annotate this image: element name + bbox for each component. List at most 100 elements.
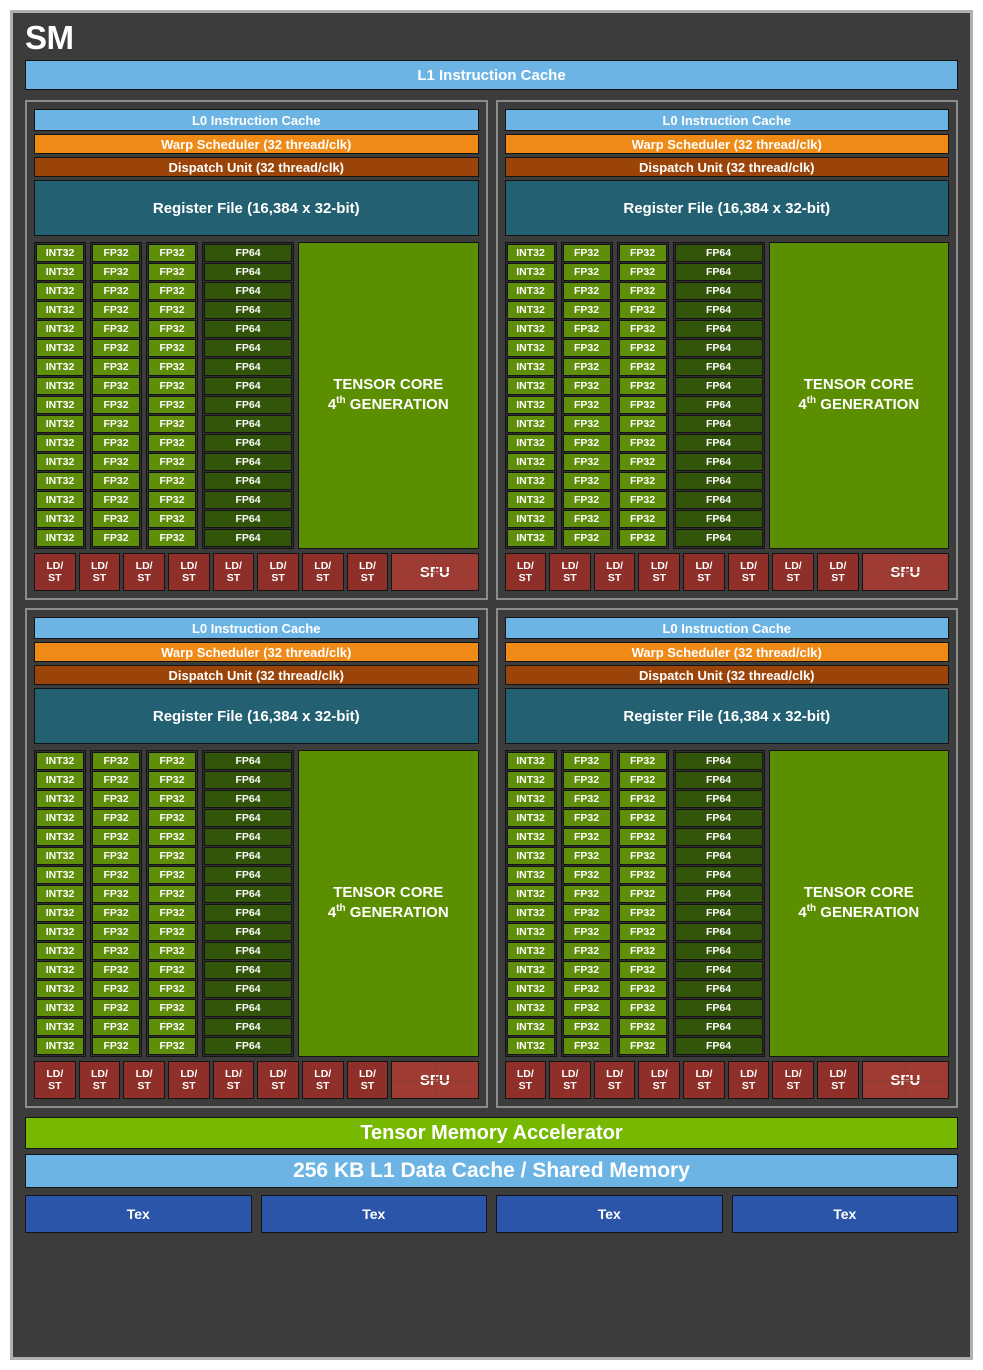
ld-st-label-top: LD/ xyxy=(269,1067,287,1080)
core-unit-fp64: FP64 xyxy=(204,377,292,395)
core-unit-fp32: FP32 xyxy=(562,339,611,357)
ld-st-unit: LD/ST xyxy=(346,553,389,591)
core-unit-fp64: FP64 xyxy=(204,244,292,262)
core-unit-fp32: FP32 xyxy=(562,847,611,865)
ld-st-label-bottom: ST xyxy=(92,1080,107,1092)
core-unit-fp32: FP32 xyxy=(148,472,196,490)
sfu-label: SFU xyxy=(419,1071,450,1089)
core-unit-fp32: FP32 xyxy=(562,263,611,281)
core-unit-fp32: FP32 xyxy=(92,885,140,903)
core-unit-fp32: FP32 xyxy=(562,1037,611,1055)
core-unit-int32: INT32 xyxy=(36,301,84,319)
ld-st-label-bottom: ST xyxy=(271,572,285,584)
core-unit-int32: INT32 xyxy=(506,282,555,300)
core-unit-fp32: FP32 xyxy=(562,415,611,433)
core-unit-int32: INT32 xyxy=(36,415,84,433)
core-unit-fp64: FP64 xyxy=(674,961,763,979)
ld-st-unit: LD/ST xyxy=(727,1061,770,1099)
ld-st-unit: LD/ST xyxy=(727,553,770,591)
ld-st-label-bottom: ST xyxy=(697,572,711,584)
tensor-memory-accelerator-block: Tensor Memory Accelerator xyxy=(25,1117,958,1149)
core-unit-fp32: FP32 xyxy=(618,510,667,528)
core-unit-int32: INT32 xyxy=(506,453,555,471)
core-unit-fp32: FP32 xyxy=(92,752,140,770)
ld-st-label-bottom: ST xyxy=(226,1080,241,1092)
core-unit-int32: INT32 xyxy=(506,529,555,547)
core-unit-fp32: FP32 xyxy=(618,752,667,770)
core-column-fp32-3: FP32 FP32 FP32 FP32 FP32 FP32 FP32 FP32 FP32 FP32… xyxy=(146,750,198,1057)
dispatch-unit-block: Dispatch Unit (32 thread/clk) xyxy=(504,665,949,685)
ld-st-label-top: LD/ xyxy=(358,559,376,572)
core-unit-int32: INT32 xyxy=(36,263,84,281)
core-unit-int32: INT32 xyxy=(506,415,555,433)
core-unit-fp64: FP64 xyxy=(204,301,292,319)
core-unit-fp32: FP32 xyxy=(148,434,196,452)
ld-st-label-top: LD/ xyxy=(829,559,847,572)
ld-st-label-bottom: ST xyxy=(741,572,756,584)
ld-st-unit: LD/ST xyxy=(257,1061,299,1099)
ldst-sfu-row: LD/ST LD/ST LD/ST LD/ST LD/ST LD/ST LD/ST LD/ST… xyxy=(34,1061,479,1099)
core-unit-fp32: FP32 xyxy=(562,282,611,300)
core-unit-fp32: FP32 xyxy=(92,1018,140,1036)
core-unit-fp32: FP32 xyxy=(148,809,196,827)
warp-scheduler-block: Warp Scheduler (32 thread/clk) xyxy=(34,134,479,154)
core-unit-fp32: FP32 xyxy=(92,866,140,884)
ld-st-unit: LD/ST xyxy=(593,553,636,591)
core-unit-fp64: FP64 xyxy=(674,244,763,262)
core-unit-fp32: FP32 xyxy=(562,923,611,941)
ld-st-label-top: LD/ xyxy=(740,1067,758,1080)
tex-unit-row: Tex Tex Tex Tex xyxy=(25,1195,958,1233)
core-unit-fp64: FP64 xyxy=(674,282,763,300)
ld-st-unit: LD/ST xyxy=(167,1061,210,1099)
core-unit-fp64: FP64 xyxy=(674,1037,763,1055)
core-unit-int32: INT32 xyxy=(36,961,84,979)
core-unit-fp32: FP32 xyxy=(92,942,140,960)
core-unit-fp32: FP32 xyxy=(618,282,667,300)
core-unit-fp32: FP32 xyxy=(618,980,667,998)
core-unit-int32: INT32 xyxy=(36,358,84,376)
tensor-core-text: TENSOR CORE 4th GENERATION xyxy=(798,376,919,415)
ld-st-label-top: LD/ xyxy=(91,559,108,572)
core-unit-fp32: FP32 xyxy=(562,434,611,452)
core-unit-fp32: FP32 xyxy=(562,885,611,903)
core-array: INT32 INT32 INT32 INT32 INT32 INT32 INT32 INT32… xyxy=(504,750,949,1057)
core-unit-int32: INT32 xyxy=(506,301,555,319)
tensor-core-generation-label: GENERATION xyxy=(816,904,920,921)
core-unit-int32: INT32 xyxy=(36,790,84,808)
core-unit-int32: INT32 xyxy=(36,885,84,903)
tensor-core-line-1: TENSOR CORE xyxy=(333,376,444,394)
tex-unit-2: Tex xyxy=(260,1195,487,1233)
ld-st-unit: LD/ST xyxy=(301,553,344,591)
core-unit-fp64: FP64 xyxy=(204,415,292,433)
core-column-fp64-4: FP64 FP64 FP64 FP64 FP64 FP64 FP64 FP64 FP64 FP64… xyxy=(202,242,294,549)
tensor-core-generation-label: GENERATION xyxy=(816,396,920,413)
core-unit-fp32: FP32 xyxy=(92,263,140,281)
core-unit-int32: INT32 xyxy=(506,752,555,770)
ld-st-label-top: LD/ xyxy=(829,1067,847,1080)
tex-unit-3: Tex xyxy=(496,1195,723,1233)
core-unit-int32: INT32 xyxy=(506,809,555,827)
core-unit-fp64: FP64 xyxy=(204,339,292,357)
sm-footer: Tensor Memory Accelerator 256 KB L1 Data… xyxy=(25,1117,958,1233)
ld-st-unit: LD/ST xyxy=(683,553,725,591)
ld-st-label-bottom: ST xyxy=(226,572,241,584)
core-unit-fp32: FP32 xyxy=(148,244,196,262)
core-unit-fp32: FP32 xyxy=(618,809,667,827)
tensor-core-block: TENSOR CORE 4th GENERATION xyxy=(298,750,479,1057)
l1-data-cache-block: 256 KB L1 Data Cache / Shared Memory xyxy=(25,1154,958,1188)
ld-st-label-bottom: ST xyxy=(182,1080,196,1092)
core-unit-fp32: FP32 xyxy=(148,828,196,846)
ld-st-label-bottom: ST xyxy=(563,572,577,584)
core-unit-int32: INT32 xyxy=(506,244,555,262)
core-unit-int32: INT32 xyxy=(36,1018,84,1036)
ld-st-unit: LD/ST xyxy=(638,1061,681,1099)
tensor-core-line-1: TENSOR CORE xyxy=(803,376,914,394)
core-unit-fp64: FP64 xyxy=(674,904,763,922)
core-unit-fp64: FP64 xyxy=(204,263,292,281)
core-unit-fp32: FP32 xyxy=(618,244,667,262)
core-unit-fp32: FP32 xyxy=(562,301,611,319)
core-unit-fp32: FP32 xyxy=(562,529,611,547)
core-unit-fp32: FP32 xyxy=(562,790,611,808)
core-unit-fp32: FP32 xyxy=(618,942,667,960)
tensor-core-generation-number: 4 xyxy=(798,904,807,921)
